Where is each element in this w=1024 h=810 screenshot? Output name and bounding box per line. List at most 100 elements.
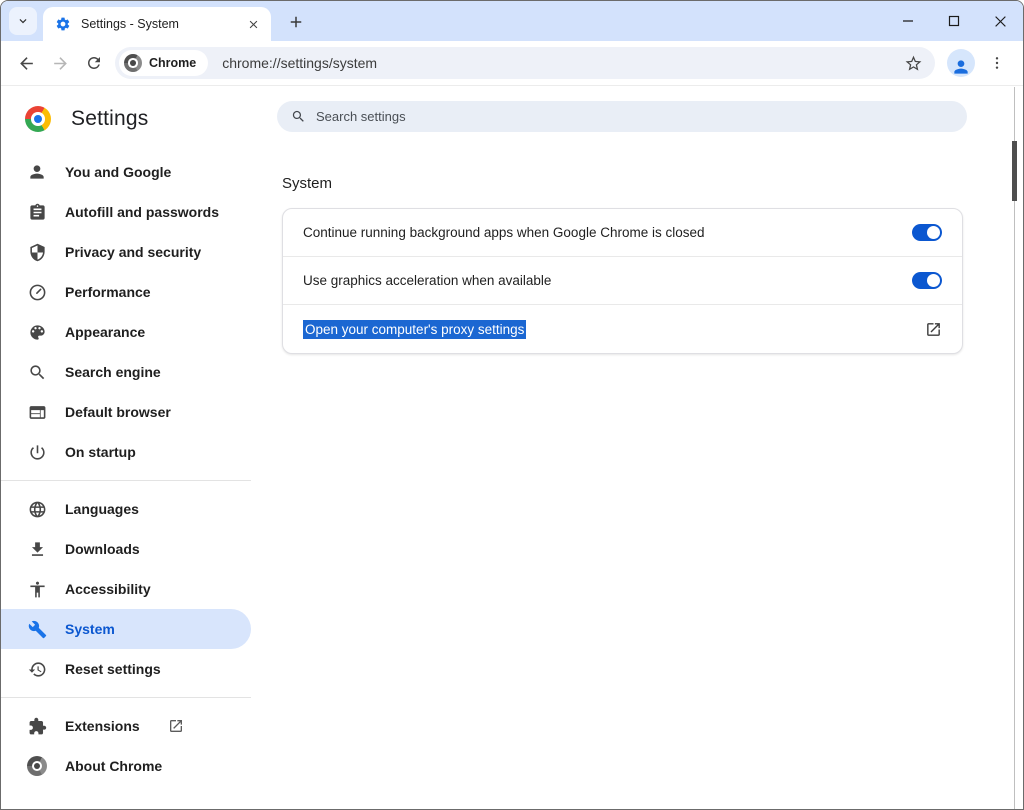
- star-icon: [904, 54, 923, 73]
- close-icon: [247, 18, 260, 31]
- sidebar-item-label: Performance: [65, 284, 151, 300]
- chrome-icon: [124, 54, 142, 72]
- maximize-icon: [948, 15, 960, 27]
- tab-close-button[interactable]: [243, 14, 263, 34]
- sidebar-item-label: Downloads: [65, 541, 140, 557]
- sidebar-item-label: Autofill and passwords: [65, 204, 219, 220]
- sidebar-item-downloads[interactable]: Downloads: [1, 529, 251, 569]
- browser-window-icon: [27, 402, 47, 422]
- site-info-chip[interactable]: Chrome: [119, 50, 208, 76]
- address-bar[interactable]: Chrome chrome://settings/system: [115, 47, 935, 79]
- puzzle-icon: [27, 716, 47, 736]
- proxy-settings-link[interactable]: Open your computer's proxy settings: [303, 320, 526, 339]
- chrome-icon: [27, 756, 47, 776]
- wrench-icon: [27, 619, 47, 639]
- settings-sidebar: Settings You and Google Autofill and pas…: [1, 86, 251, 809]
- kebab-icon: [989, 55, 1005, 71]
- reload-icon: [85, 54, 103, 72]
- sidebar-item-extensions[interactable]: Extensions: [1, 706, 251, 746]
- open-in-new-icon: [168, 718, 184, 734]
- sidebar-divider: [1, 697, 251, 698]
- minimize-icon: [902, 15, 914, 27]
- sidebar-item-performance[interactable]: Performance: [1, 272, 251, 312]
- globe-icon: [27, 499, 47, 519]
- sidebar-item-label: Extensions: [65, 718, 140, 734]
- page-scrollbar[interactable]: [1014, 87, 1023, 809]
- minimize-button[interactable]: [885, 1, 931, 41]
- scrollbar-thumb[interactable]: [1012, 141, 1017, 201]
- clipboard-icon: [27, 202, 47, 222]
- sidebar-item-reset-settings[interactable]: Reset settings: [1, 649, 251, 689]
- sidebar-item-label: You and Google: [65, 164, 171, 180]
- sidebar-item-you-and-google[interactable]: You and Google: [1, 152, 251, 192]
- toggle-background-apps[interactable]: [912, 224, 942, 241]
- setting-row-graphics-acceleration: Use graphics acceleration when available: [283, 257, 962, 305]
- tab-search-button[interactable]: [9, 7, 37, 35]
- sidebar-item-label: Reset settings: [65, 661, 161, 677]
- url-text[interactable]: chrome://settings/system: [222, 55, 899, 71]
- toggle-graphics-acceleration[interactable]: [912, 272, 942, 289]
- site-chip-label: Chrome: [149, 56, 196, 70]
- forward-button[interactable]: [43, 46, 77, 80]
- window-controls: [885, 1, 1023, 41]
- sidebar-item-label: Privacy and security: [65, 244, 201, 260]
- setting-row-background-apps: Continue running background apps when Go…: [283, 209, 962, 257]
- person-icon: [951, 57, 971, 77]
- palette-icon: [27, 322, 47, 342]
- sidebar-item-label: About Chrome: [65, 758, 162, 774]
- speedometer-icon: [27, 282, 47, 302]
- search-icon: [27, 362, 47, 382]
- settings-main: Search settings System Continue running …: [251, 86, 1023, 809]
- back-icon: [17, 54, 36, 73]
- settings-brand: Settings: [1, 86, 251, 144]
- tab-title: Settings - System: [81, 17, 243, 31]
- sidebar-divider: [1, 480, 251, 481]
- page-title: Settings: [71, 107, 148, 131]
- sidebar-item-privacy[interactable]: Privacy and security: [1, 232, 251, 272]
- sidebar-item-system[interactable]: System: [1, 609, 251, 649]
- tab-settings-system[interactable]: Settings - System: [43, 7, 271, 41]
- browser-menu-button[interactable]: [983, 49, 1011, 77]
- setting-label: Open your computer's proxy settings: [303, 322, 925, 337]
- sidebar-item-about-chrome[interactable]: About Chrome: [1, 746, 251, 786]
- bookmark-button[interactable]: [899, 49, 927, 77]
- sidebar-item-label: Languages: [65, 501, 139, 517]
- sidebar-item-label: System: [65, 621, 115, 637]
- settings-nav: You and Google Autofill and passwords Pr…: [1, 152, 251, 786]
- person-icon: [27, 162, 47, 182]
- download-icon: [27, 539, 47, 559]
- new-tab-button[interactable]: [282, 8, 309, 35]
- search-icon: [291, 109, 306, 124]
- sidebar-item-accessibility[interactable]: Accessibility: [1, 569, 251, 609]
- sidebar-item-label: Appearance: [65, 324, 145, 340]
- sidebar-item-label: Default browser: [65, 404, 171, 420]
- setting-label: Use graphics acceleration when available: [303, 273, 912, 288]
- chevron-down-icon: [16, 14, 30, 28]
- plus-icon: [287, 13, 305, 31]
- section-title: System: [282, 175, 1023, 192]
- gear-icon: [55, 16, 71, 32]
- sidebar-item-languages[interactable]: Languages: [1, 489, 251, 529]
- close-icon: [994, 15, 1007, 28]
- system-settings-card: Continue running background apps when Go…: [282, 208, 963, 354]
- search-settings-input[interactable]: Search settings: [277, 101, 967, 132]
- maximize-button[interactable]: [931, 1, 977, 41]
- sidebar-item-appearance[interactable]: Appearance: [1, 312, 251, 352]
- sidebar-item-autofill[interactable]: Autofill and passwords: [1, 192, 251, 232]
- forward-icon: [51, 54, 70, 73]
- sidebar-item-label: Accessibility: [65, 581, 151, 597]
- sidebar-item-default-browser[interactable]: Default browser: [1, 392, 251, 432]
- setting-row-proxy-settings[interactable]: Open your computer's proxy settings: [283, 305, 962, 353]
- sidebar-item-label: Search engine: [65, 364, 161, 380]
- back-button[interactable]: [9, 46, 43, 80]
- shield-icon: [27, 242, 47, 262]
- setting-label: Continue running background apps when Go…: [303, 225, 912, 240]
- sidebar-item-search-engine[interactable]: Search engine: [1, 352, 251, 392]
- profile-avatar[interactable]: [947, 49, 975, 77]
- tab-strip: Settings - System: [1, 1, 1023, 41]
- power-icon: [27, 442, 47, 462]
- toolbar: Chrome chrome://settings/system: [1, 41, 1023, 86]
- close-window-button[interactable]: [977, 1, 1023, 41]
- sidebar-item-on-startup[interactable]: On startup: [1, 432, 251, 472]
- reload-button[interactable]: [77, 46, 111, 80]
